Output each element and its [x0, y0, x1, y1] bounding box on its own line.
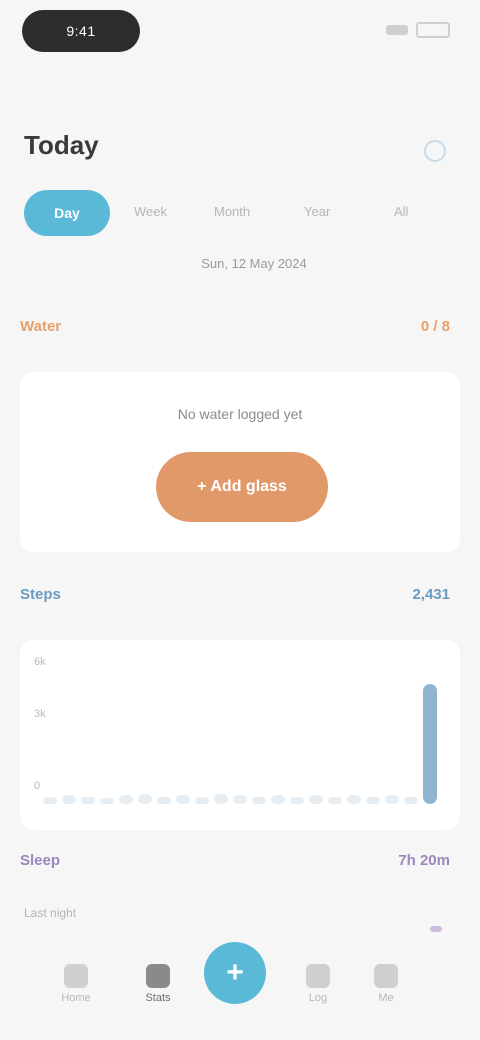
sleep-label: Sleep — [20, 852, 61, 869]
steps-bar — [156, 796, 171, 804]
steps-bar — [347, 795, 362, 804]
chart-icon — [146, 964, 170, 988]
nav-stats-label: Stats — [145, 992, 171, 1004]
steps-bar — [328, 796, 343, 804]
steps-bar — [233, 795, 247, 804]
steps-card: 6k 3k 0 — [20, 640, 460, 830]
status-bar: 9:41 — [0, 0, 480, 70]
signal-icon — [386, 25, 408, 35]
calendar-icon[interactable] — [424, 140, 446, 162]
add-water-button[interactable]: + Add glass — [156, 452, 328, 522]
steps-bar — [194, 796, 209, 804]
range-filter: Day Week Month Year All Sun, 12 May 2024 — [24, 190, 456, 271]
status-time: 9:41 — [22, 10, 140, 52]
nav-home-label: Home — [61, 992, 91, 1004]
steps-bar — [42, 796, 57, 804]
steps-bar — [213, 793, 228, 804]
filter-all[interactable]: All — [394, 204, 408, 219]
steps-bar — [175, 795, 190, 804]
steps-bar — [271, 795, 286, 804]
steps-bar — [61, 795, 76, 804]
nav-me-label: Me — [378, 992, 394, 1004]
sleep-indicator — [430, 926, 442, 932]
add-entry-button[interactable]: + — [204, 942, 266, 1004]
status-icons — [386, 22, 450, 38]
filter-week[interactable]: Week — [134, 204, 167, 219]
water-note: No water logged yet — [177, 406, 303, 422]
filter-month[interactable]: Month — [214, 204, 250, 219]
nav-me[interactable]: Me — [356, 964, 416, 1004]
steps-section-header: Steps 2,431 — [20, 586, 460, 616]
steps-bar — [290, 796, 305, 804]
steps-bar — [252, 796, 267, 804]
steps-bar — [99, 798, 114, 804]
steps-bar — [137, 793, 152, 804]
steps-bar — [309, 795, 324, 804]
sleep-section-header: Sleep 7h 20m — [20, 852, 460, 882]
bottom-navigation: Home Stats + Log Me — [0, 940, 480, 1040]
steps-bar — [423, 684, 438, 804]
page-header: Today — [24, 130, 456, 170]
battery-icon — [416, 22, 450, 38]
steps-bar-chart — [40, 654, 440, 804]
profile-icon — [374, 964, 398, 988]
water-value: 0 / 8 — [420, 318, 450, 335]
steps-bar — [80, 796, 95, 804]
steps-value: 2,431 — [412, 586, 450, 603]
water-section-header: Water 0 / 8 — [20, 318, 460, 348]
nav-log[interactable]: Log — [288, 964, 348, 1004]
nav-home[interactable]: Home — [46, 964, 106, 1004]
home-icon — [64, 964, 88, 988]
list-icon — [306, 964, 330, 988]
nav-log-label: Log — [308, 992, 328, 1004]
page-title: Today — [24, 130, 99, 160]
filter-day[interactable]: Day — [24, 190, 110, 236]
steps-bar — [385, 795, 400, 804]
sleep-value: 7h 20m — [398, 852, 450, 869]
steps-bar — [404, 796, 419, 804]
water-card: No water logged yet + Add glass — [20, 372, 460, 552]
nav-stats[interactable]: Stats — [128, 964, 188, 1004]
filter-year[interactable]: Year — [304, 204, 330, 219]
date-subtitle: Sun, 12 May 2024 — [201, 256, 307, 271]
steps-bar — [118, 795, 133, 804]
water-label: Water — [20, 318, 62, 335]
steps-label: Steps — [20, 586, 61, 603]
steps-bar — [366, 796, 381, 804]
sleep-hint: Last night — [24, 906, 77, 920]
